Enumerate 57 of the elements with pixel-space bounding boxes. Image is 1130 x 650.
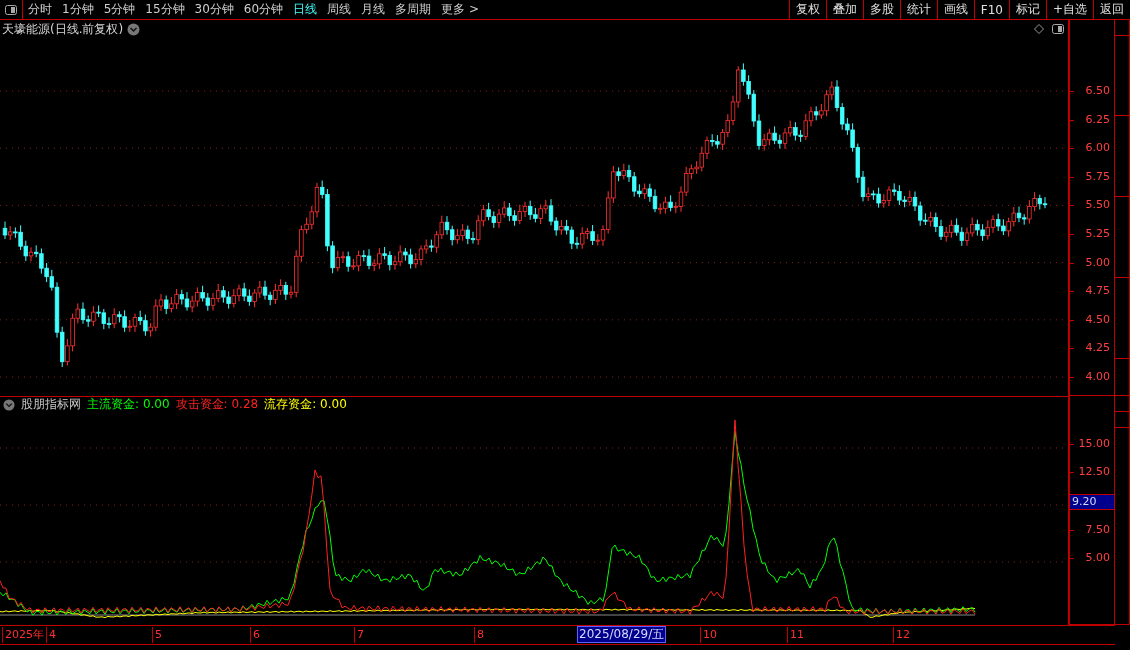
diamond-icon[interactable] bbox=[1034, 24, 1044, 34]
toolbar-button[interactable]: 返回 bbox=[1093, 0, 1130, 19]
cursor-date: 2025/08/29/五 bbox=[577, 626, 667, 643]
price-label: 4.50 bbox=[1085, 313, 1110, 326]
date-label: 11 bbox=[787, 627, 804, 643]
period-tab[interactable]: 多周期 bbox=[390, 0, 437, 19]
price-label: 4.00 bbox=[1085, 371, 1110, 383]
date-label: 2025年 bbox=[2, 627, 44, 643]
price-label: 4.25 bbox=[1085, 342, 1110, 355]
indicator-value: 主流资金: 0.00 bbox=[87, 396, 170, 413]
indicator-name: 股朋指标网 bbox=[21, 396, 81, 413]
chevron-down-icon[interactable] bbox=[3, 398, 15, 411]
period-tab[interactable]: 60分钟 bbox=[238, 0, 289, 19]
price-label: 6.25 bbox=[1085, 113, 1110, 126]
price-label: 6.00 bbox=[1085, 142, 1110, 155]
period-tab[interactable]: 5分钟 bbox=[98, 0, 141, 19]
indicator-label: 15.00 bbox=[1078, 438, 1110, 450]
toolbar-button[interactable]: 复权 bbox=[788, 0, 826, 19]
price-label: 5.25 bbox=[1085, 228, 1110, 240]
period-tab[interactable]: 1分钟 bbox=[57, 0, 99, 19]
indicator-value: 流存资金: 0.00 bbox=[264, 396, 347, 413]
period-tab[interactable]: 月线 bbox=[356, 0, 391, 19]
date-label: 10 bbox=[700, 627, 717, 643]
chevron-down-icon[interactable] bbox=[127, 22, 141, 36]
date-label: 4 bbox=[46, 627, 56, 643]
panel-icon[interactable] bbox=[1052, 24, 1064, 34]
indicator-label: 5.00 bbox=[1085, 552, 1110, 564]
period-tab[interactable]: 30分钟 bbox=[189, 0, 239, 19]
date-label: 8 bbox=[474, 627, 484, 643]
indicator-label: 12.50 bbox=[1078, 466, 1110, 478]
indicator-label: 7.50 bbox=[1085, 524, 1110, 536]
chart-title: 天壕能源(日线.前复权) bbox=[2, 20, 124, 38]
period-tab[interactable]: 周线 bbox=[322, 0, 357, 19]
toolbar-button[interactable]: 统计 bbox=[899, 0, 937, 19]
toolbar-button[interactable]: 画线 bbox=[936, 0, 974, 19]
period-tab[interactable]: 更多 > bbox=[436, 0, 484, 19]
date-label: 5 bbox=[152, 627, 162, 643]
cursor-value: 9.20 bbox=[1070, 494, 1114, 510]
date-label: 6 bbox=[250, 627, 260, 643]
panel-icon bbox=[5, 4, 17, 15]
price-label: 5.00 bbox=[1085, 256, 1110, 269]
date-label: 7 bbox=[354, 627, 364, 643]
toolbar-button[interactable]: 标记 bbox=[1008, 0, 1046, 19]
period-tab[interactable]: 分时 bbox=[23, 0, 57, 19]
price-label: 5.50 bbox=[1085, 199, 1110, 212]
indicator-value: 攻击资金: 0.28 bbox=[175, 396, 259, 413]
date-label: 12 bbox=[893, 627, 910, 643]
toolbar-button[interactable]: 叠加 bbox=[825, 0, 863, 19]
toolbar-button[interactable]: F10 bbox=[973, 0, 1009, 19]
price-label: 5.75 bbox=[1085, 170, 1110, 183]
period-tab[interactable]: 15分钟 bbox=[140, 0, 190, 19]
price-label: 6.50 bbox=[1085, 85, 1110, 97]
period-tab[interactable]: 日线 bbox=[288, 0, 323, 19]
toolbar-button[interactable]: 多股 bbox=[862, 0, 900, 19]
toolbar-button[interactable]: +自选 bbox=[1045, 0, 1093, 19]
side-tab[interactable] bbox=[1115, 427, 1130, 625]
price-label: 4.75 bbox=[1085, 285, 1110, 298]
